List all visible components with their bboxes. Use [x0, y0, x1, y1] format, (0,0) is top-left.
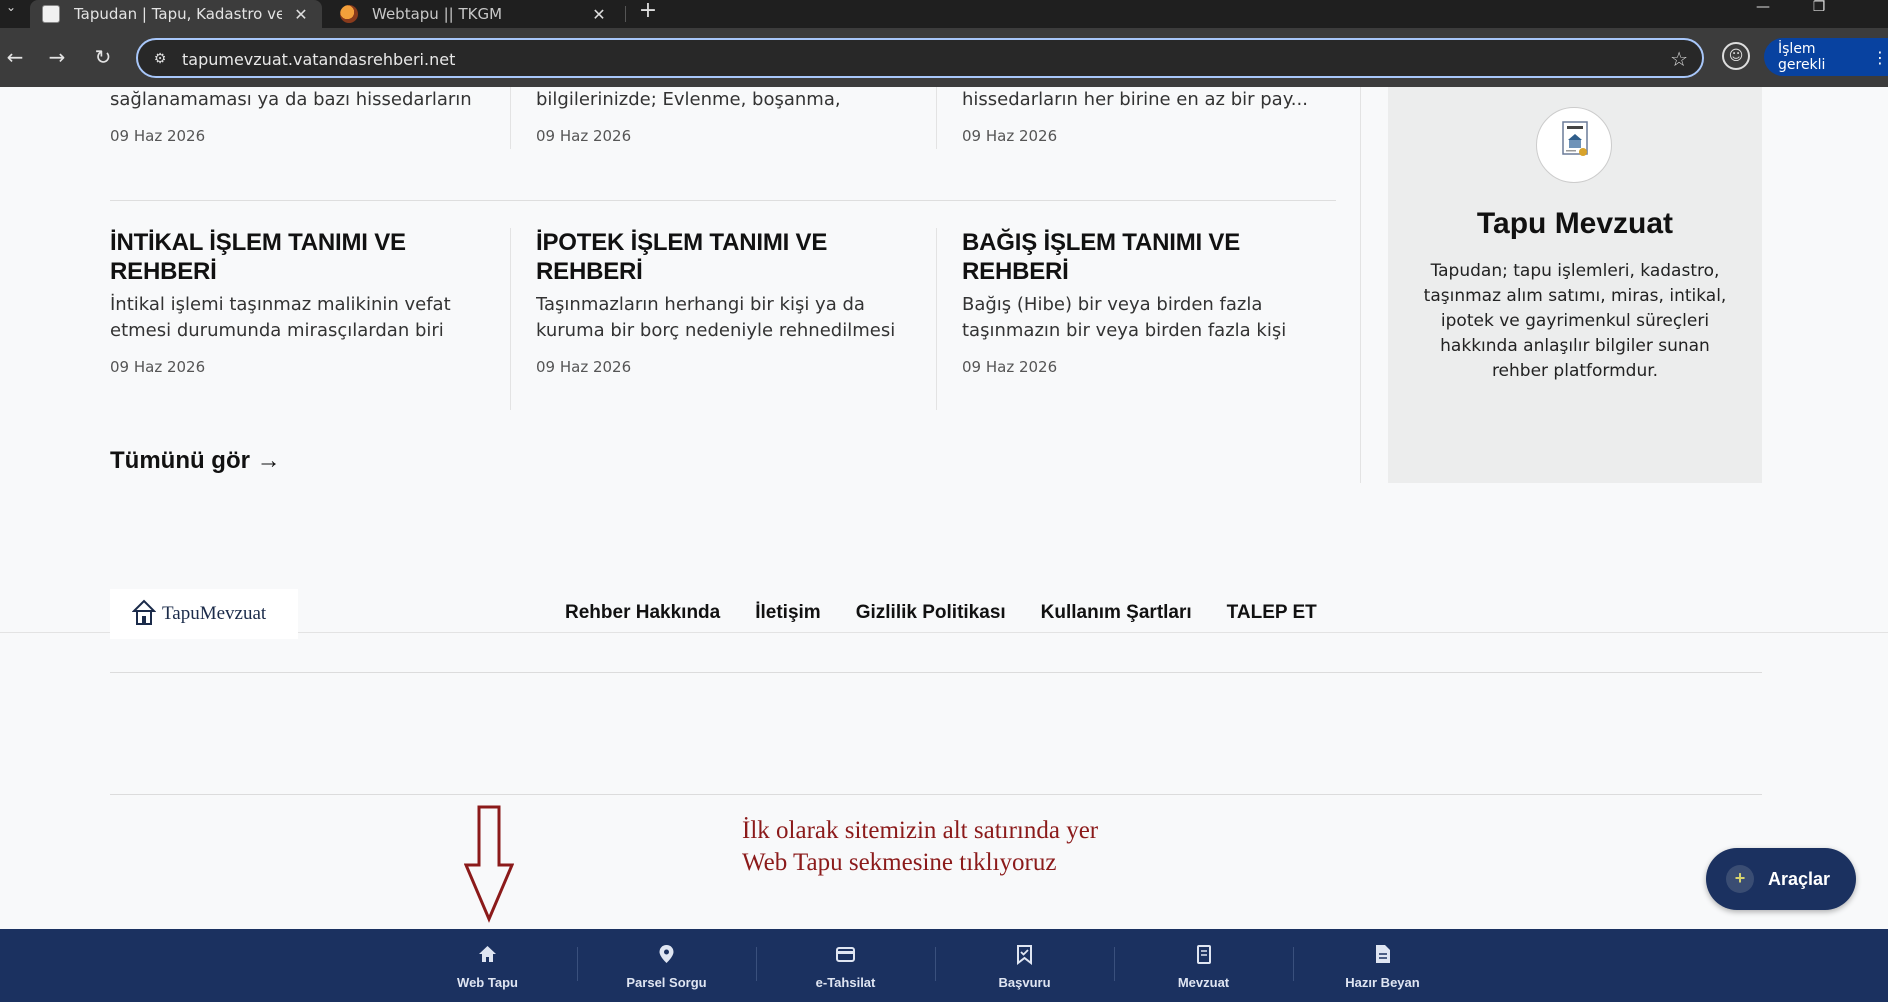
nav-web-tapu[interactable]: Web Tapu: [398, 929, 577, 1002]
document-icon: [1376, 945, 1390, 963]
restore-icon[interactable]: ❐: [1796, 0, 1842, 24]
nav-basvuru[interactable]: Başvuru: [935, 929, 1114, 1002]
sidebar-title: Tapu Mevzuat: [1476, 207, 1674, 240]
nav-label: Parsel Sorgu: [626, 975, 707, 990]
sidebar-about-box: Tapu Mevzuat Tapudan; tapu işlemleri, ka…: [1388, 87, 1762, 483]
article-title[interactable]: BAĞIŞ İŞLEM TANIMI VE REHBERİ: [962, 228, 1332, 286]
forward-icon[interactable]: →: [42, 42, 72, 72]
article-card[interactable]: hissedarların her birine en az bir pay..…: [962, 87, 1332, 145]
article-date: 09 Haz 2026: [110, 127, 206, 145]
url-input[interactable]: [182, 47, 1582, 71]
tab-search-icon[interactable]: ⌄: [0, 0, 22, 22]
tab-favicon-icon: [42, 5, 60, 23]
footer-link-request[interactable]: TALEP ET: [1227, 602, 1317, 624]
credit-card-icon: [836, 947, 855, 962]
article-excerpt: Bağış (Hibe) bir veya birden fazla taşın…: [962, 294, 1287, 341]
footer-brand-text: TapuMevzuat: [162, 603, 267, 624]
column-divider: [1360, 87, 1361, 483]
sidebar-description: Tapudan; tapu işlemleri, kadastro, taşın…: [1423, 261, 1727, 381]
browser-tab-active[interactable]: Tapudan | Tapu, Kadastro ve Ga ✕: [30, 0, 322, 28]
row-divider: [110, 200, 1336, 201]
article-card[interactable]: İPOTEK İŞLEM TANIMI VE REHBERİ Taşınmazl…: [536, 228, 906, 376]
footer-divider: [110, 794, 1762, 795]
menu-dots-icon[interactable]: ⋮: [1872, 48, 1888, 67]
tab-title: Tapudan | Tapu, Kadastro ve Ga: [74, 5, 282, 23]
minimize-icon[interactable]: —: [1740, 0, 1786, 24]
bookmark-check-icon: [1017, 945, 1032, 965]
article-date: 09 Haz 2026: [536, 127, 632, 145]
article-excerpt: İntikal işlemi taşınmaz malikinin vefat …: [110, 294, 451, 341]
home-icon: [479, 946, 496, 962]
article-title[interactable]: İNTİKAL İŞLEM TANIMI VE REHBERİ: [110, 228, 480, 286]
page-content: sağlanamaması ya da bazı hissedarların k…: [0, 87, 1888, 1002]
site-settings-icon[interactable]: ⚙: [150, 49, 170, 69]
down-arrow-icon: [463, 805, 515, 927]
footer-logo[interactable]: TapuMevzuat: [110, 589, 298, 639]
annotation-line: İlk olarak sitemizin alt satırında yer: [742, 817, 1099, 844]
article-date: 09 Haz 2026: [110, 358, 206, 376]
bookmark-star-icon[interactable]: ☆: [1670, 47, 1688, 71]
tab-favicon-icon: [340, 5, 358, 23]
footer-link-about[interactable]: Rehber Hakkında: [565, 602, 720, 624]
nav-label: Başvuru: [998, 975, 1051, 990]
article-card[interactable]: İNTİKAL İŞLEM TANIMI VE REHBERİ İntikal …: [110, 228, 480, 376]
column-divider: [510, 228, 511, 410]
map-pin-icon: [659, 945, 674, 963]
article-date: 09 Haz 2026: [962, 358, 1058, 376]
reload-icon[interactable]: ↻: [88, 42, 118, 72]
nav-label: e-Tahsilat: [815, 975, 876, 990]
footer-link-contact[interactable]: İletişim: [755, 602, 820, 624]
tutorial-annotation: İlk olarak sitemizin alt satırında yer W…: [742, 815, 1098, 879]
column-divider: [936, 228, 937, 410]
footer-divider: [110, 672, 1762, 673]
nav-label: Hazır Beyan: [1345, 975, 1420, 990]
book-icon: [1197, 945, 1211, 964]
article-title[interactable]: İPOTEK İŞLEM TANIMI VE REHBERİ: [536, 228, 906, 286]
browser-tabstrip: ⌄ Tapudan | Tapu, Kadastro ve Ga ✕ Webta…: [0, 0, 1888, 28]
tools-button-label: Araçlar: [1768, 868, 1831, 889]
article-card[interactable]: sağlanamaması ya da bazı hissedarların k…: [110, 87, 480, 145]
bottom-nav: Web Tapu Parsel Sorgu e-Tahsilat Başvuru…: [0, 929, 1888, 1002]
tab-title: Webtapu || TKGM: [372, 5, 503, 23]
action-required-label: İşlem gerekli: [1778, 41, 1826, 73]
back-icon[interactable]: ←: [0, 42, 30, 72]
profile-icon[interactable]: ☺: [1722, 42, 1750, 70]
article-excerpt: hissedarların her birine en az bir pay..…: [962, 89, 1308, 110]
nav-e-tahsilat[interactable]: e-Tahsilat: [756, 929, 935, 1002]
footer-link-privacy[interactable]: Gizlilik Politikası: [856, 602, 1006, 624]
column-divider: [936, 87, 937, 149]
see-all-link[interactable]: Tümünü gör →: [110, 447, 281, 475]
article-excerpt: Taşınmazların herhangi bir kişi ya da ku…: [536, 294, 896, 341]
nav-parsel-sorgu[interactable]: Parsel Sorgu: [577, 929, 756, 1002]
tab-close-icon[interactable]: ✕: [290, 5, 312, 24]
browser-tab-inactive[interactable]: Webtapu || TKGM ✕: [328, 0, 620, 28]
deed-document-icon: [1536, 107, 1612, 183]
tools-button[interactable]: + Araçlar: [1706, 848, 1856, 910]
nav-mevzuat[interactable]: Mevzuat: [1114, 929, 1293, 1002]
tab-divider: [625, 6, 626, 22]
nav-hazir-beyan[interactable]: Hazır Beyan: [1293, 929, 1472, 1002]
annotation-line: Web Tapu sekmesine tıklıyoruz: [742, 849, 1057, 876]
address-bar[interactable]: ⚙ ☆: [136, 38, 1704, 78]
article-card[interactable]: BAĞIŞ İŞLEM TANIMI VE REHBERİ Bağış (Hib…: [962, 228, 1332, 376]
article-excerpt: sağlanamaması ya da bazı hissedarların k…: [110, 89, 472, 110]
article-date: 09 Haz 2026: [536, 358, 632, 376]
house-logo-icon: [131, 598, 157, 630]
footer-link-terms[interactable]: Kullanım Şartları: [1041, 602, 1192, 624]
column-divider: [510, 87, 511, 149]
article-excerpt: bilgilerinizde; Evlenme, boşanma, Mahkem…: [536, 89, 841, 110]
new-tab-icon[interactable]: +: [636, 0, 660, 24]
action-required-button[interactable]: İşlem gerekli ⋮: [1764, 38, 1888, 76]
plus-icon: +: [1726, 865, 1754, 893]
tab-close-icon[interactable]: ✕: [588, 5, 610, 24]
footer-links: Rehber Hakkında İletişim Gizlilik Politi…: [565, 602, 1352, 624]
nav-label: Web Tapu: [457, 975, 518, 990]
article-date: 09 Haz 2026: [962, 127, 1058, 145]
article-card[interactable]: bilgilerinizde; Evlenme, boşanma, Mahkem…: [536, 87, 906, 145]
browser-toolbar: ← → ↻ ⚙ ☆ ☺ İşlem gerekli ⋮: [0, 28, 1888, 87]
nav-label: Mevzuat: [1177, 975, 1230, 990]
